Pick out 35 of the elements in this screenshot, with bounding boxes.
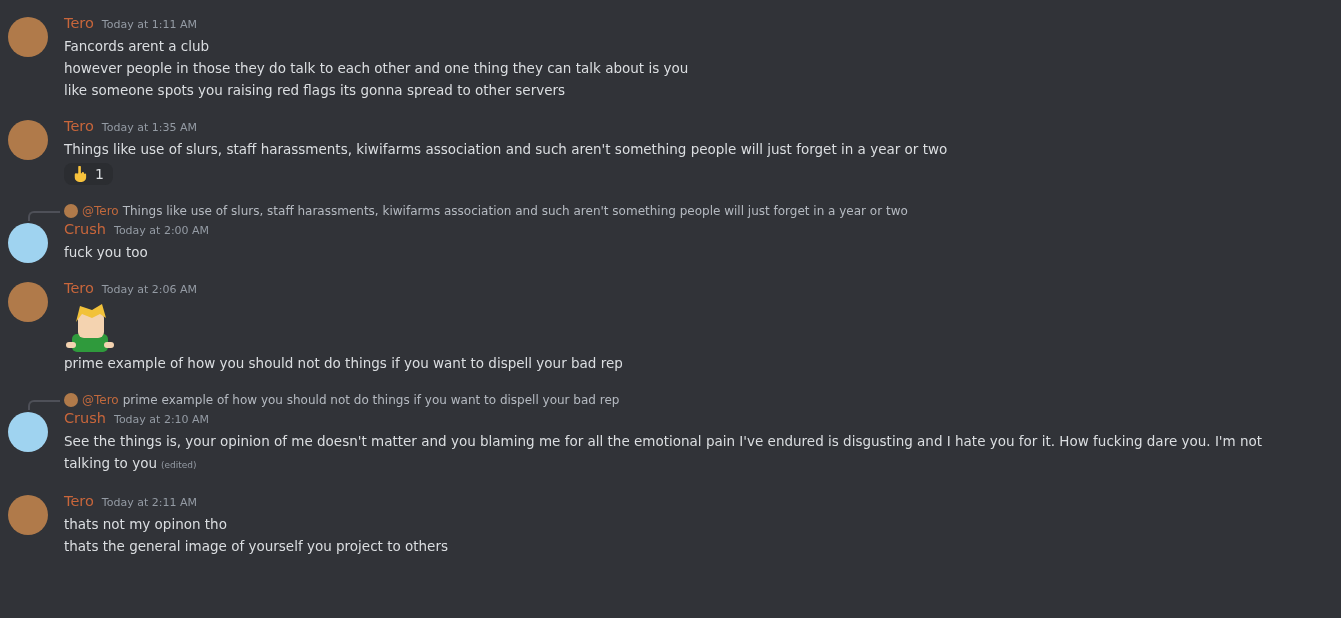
reply-mention[interactable]: @Tero [82, 204, 119, 218]
user-avatar[interactable] [8, 282, 48, 322]
message-text: thats the general image of yourself you project to others [64, 538, 448, 554]
reply-preview[interactable]: Things like use of slurs, staff harassments, kiwifarms association and such aren't something people will just forget in a year or two [122, 204, 908, 218]
message-text: however people in those they do talk to each other and one thing they can talk about is you [64, 60, 689, 76]
user-avatar[interactable] [8, 223, 48, 263]
reply-connector [28, 211, 60, 221]
user-avatar[interactable] [8, 495, 48, 535]
message-text: Things like use of slurs, staff harassments, kiwifarms association and such aren't something people will just forget in a year or two [64, 141, 948, 157]
timestamp: Today at 2:06 AM [101, 283, 197, 296]
user-avatar[interactable] [8, 17, 48, 57]
reply-mention[interactable]: @Tero [82, 393, 119, 407]
username[interactable]: Tero [64, 493, 94, 509]
message-text: prime example of how you should not do things if you want to dispell your bad rep [64, 355, 623, 371]
timestamp: Today at 1:11 AM [101, 18, 197, 31]
hand-icon [73, 166, 87, 182]
user-avatar[interactable] [8, 412, 48, 452]
timestamp: Today at 2:11 AM [101, 496, 197, 509]
username[interactable]: Tero [64, 15, 94, 31]
message-text: fuck you too [64, 244, 148, 260]
username[interactable]: Crush [64, 221, 107, 237]
message-text: Fancords arent a club [64, 38, 210, 54]
timestamp: Today at 2:10 AM [114, 413, 210, 426]
message-text: See the things is, your opinion of me doesn't matter and you blaming me for all the emotional pain I've endured is disgusting and I hate you for it. How fucking dare you. I'm not talking to you (edited) [64, 433, 1263, 471]
timestamp: Today at 2:00 AM [114, 224, 210, 237]
reply-preview[interactable]: prime example of how you should not do things if you want to dispell your bad rep [122, 393, 620, 407]
message-text: thats not my opinon tho [64, 516, 227, 532]
timestamp: Today at 1:35 AM [101, 121, 197, 134]
user-avatar[interactable] [8, 120, 48, 160]
username[interactable]: Crush [64, 410, 107, 426]
message-text: like someone spots you raising red flags its gonna spread to other servers [64, 82, 566, 98]
reaction-button[interactable]: 1 [64, 163, 113, 185]
username[interactable]: Tero [64, 118, 94, 134]
reply-connector [28, 400, 60, 410]
username[interactable]: Tero [64, 280, 94, 296]
